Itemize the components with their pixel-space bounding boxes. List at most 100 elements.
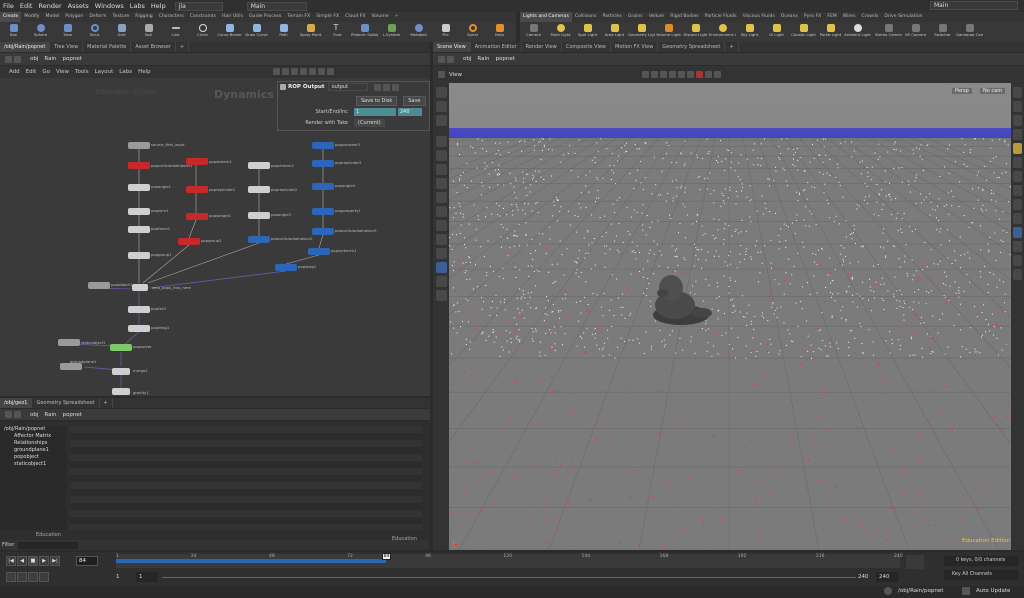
tool-path[interactable]: Path (270, 22, 297, 42)
help-icon[interactable] (300, 68, 307, 75)
menu-labs[interactable]: Labs (127, 0, 148, 12)
node[interactable] (88, 282, 110, 289)
range-icon[interactable] (28, 572, 38, 582)
node[interactable] (312, 160, 334, 167)
tab-scene-view[interactable]: Scene View (433, 42, 471, 52)
range-end[interactable]: 240 (858, 574, 869, 580)
tool-file[interactable]: File (432, 22, 459, 42)
tool-spray-paint[interactable]: Spray Paint (297, 22, 324, 42)
particle-tool-icon[interactable] (435, 262, 447, 273)
node[interactable] (128, 226, 150, 233)
shelf-tab[interactable]: Rigging (132, 12, 155, 22)
node[interactable] (248, 212, 270, 219)
tree-item-staticobject[interactable]: staticobject1 (0, 461, 66, 468)
tree-item-affector-matrix[interactable]: Affector Matrix (0, 433, 66, 440)
node[interactable] (128, 208, 150, 215)
file-name-field[interactable]: jla (174, 1, 223, 11)
select-tool-icon[interactable] (435, 87, 447, 98)
tool-gamepad-camera[interactable]: Gamepad Camera (956, 22, 983, 42)
display-option-icon[interactable] (651, 71, 659, 78)
node[interactable] (128, 142, 150, 149)
tool-point-light[interactable]: Point Light (547, 22, 574, 42)
net-menu-tools[interactable]: Tools (72, 69, 92, 75)
layout-icon[interactable] (282, 68, 289, 75)
display-option-icon[interactable] (669, 71, 677, 78)
shelf-tab[interactable]: Viscous Fluids (740, 12, 778, 22)
node[interactable] (312, 183, 334, 190)
back-icon[interactable] (5, 55, 12, 63)
start-frame-field[interactable]: 1 (354, 108, 396, 116)
display-option-icon[interactable] (642, 71, 650, 78)
pose-tool-icon[interactable] (435, 192, 447, 203)
tool-switcher[interactable]: Switcher (929, 22, 956, 42)
tab-geometry-spreadsheet[interactable]: Geometry Spreadsheet (658, 42, 726, 52)
tool-metaball[interactable]: Metaball (405, 22, 432, 42)
shelf-tab[interactable]: Cloud FX (342, 12, 368, 22)
shelf-tab[interactable]: Pyro FX (801, 12, 824, 22)
time-slider[interactable]: 1 24 48 72 96 120 144 168 192 216 240 84 (116, 553, 903, 568)
desktop-selector[interactable]: Main (246, 1, 307, 11)
tab-tree-view[interactable]: Tree View (50, 42, 84, 52)
tool-spot-light[interactable]: Spot Light (574, 22, 601, 42)
range-end-field[interactable]: 240 (876, 572, 898, 582)
shelf-tab[interactable]: Grains (625, 12, 646, 22)
save-background-button[interactable]: Save (403, 95, 426, 106)
tool-stereo-camera[interactable]: Stereo Camera (875, 22, 902, 42)
tab-asset-browser[interactable]: Asset Browser (131, 42, 176, 52)
display-icon[interactable] (1013, 185, 1022, 196)
zoom-icon[interactable] (309, 68, 316, 75)
net-menu-go[interactable]: Go (39, 69, 53, 75)
chat-icon[interactable] (884, 587, 892, 595)
menu-windows[interactable]: Windows (92, 0, 127, 12)
tool-ambient-light[interactable]: Ambient Light (844, 22, 871, 42)
node[interactable] (60, 363, 82, 370)
shelf-tab[interactable]: Oceans (778, 12, 801, 22)
loop-icon[interactable] (17, 572, 27, 582)
node[interactable] (248, 162, 270, 169)
render-region-icon[interactable] (435, 276, 447, 287)
tab-geometry-spreadsheet[interactable]: Geometry Spreadsheet (32, 398, 100, 408)
node[interactable] (128, 325, 150, 332)
node[interactable] (308, 248, 330, 255)
first-frame-icon[interactable]: |◀ (6, 556, 16, 566)
shelf-tab[interactable]: Drive Simulation (881, 12, 925, 22)
tool-grid[interactable]: Grid (108, 22, 135, 42)
shelf-tab[interactable]: Texture (109, 12, 132, 22)
display-icon[interactable] (1013, 171, 1022, 182)
shelf-tab[interactable]: Particles (599, 12, 624, 22)
tool-torus[interactable]: Torus (81, 22, 108, 42)
tab-composite-view[interactable]: Composite View (562, 42, 611, 52)
shelf-tab[interactable]: Collisions (572, 12, 600, 22)
display-option-icon[interactable] (678, 71, 686, 78)
tool-draw-curve[interactable]: Draw Curve (243, 22, 270, 42)
tool-font[interactable]: T Font (324, 22, 351, 42)
node[interactable] (128, 306, 150, 313)
shelf-tab[interactable]: Constraints (187, 12, 219, 22)
stop-icon[interactable]: ■ (28, 556, 38, 566)
display-icon[interactable] (1013, 199, 1022, 210)
display-option-icon[interactable] (660, 71, 668, 78)
persp-menu[interactable]: Persp (951, 87, 973, 95)
breadcrumb-obj[interactable]: obj (30, 412, 38, 418)
move-tool-icon[interactable] (435, 136, 447, 147)
node[interactable] (58, 339, 80, 346)
tool-helix[interactable]: Helix (486, 22, 513, 42)
node[interactable] (128, 252, 150, 259)
tool-gi-light[interactable]: GI Light (763, 22, 790, 42)
range-start-field[interactable]: 1 (136, 572, 158, 582)
tool-camera[interactable]: Camera (520, 22, 547, 42)
camera-tool-icon[interactable] (435, 290, 447, 301)
tool-environment-light[interactable]: Environment Light (709, 22, 736, 42)
record-icon[interactable] (696, 71, 704, 78)
node[interactable] (178, 238, 200, 245)
range-start[interactable]: 1 (116, 574, 120, 580)
node[interactable] (312, 208, 334, 215)
shelf-tab[interactable]: FEM (824, 12, 840, 22)
scene-viewport[interactable]: Persp No cam Education Edition (449, 83, 1011, 550)
tool-curve-bezier[interactable]: Curve Bezier (216, 22, 243, 42)
net-menu-help[interactable]: Help (135, 69, 154, 75)
take-selector[interactable]: (Current) (354, 119, 385, 127)
menu-help[interactable]: Help (148, 0, 169, 12)
magnet-icon[interactable] (435, 248, 447, 259)
display-icon[interactable] (1013, 129, 1022, 140)
